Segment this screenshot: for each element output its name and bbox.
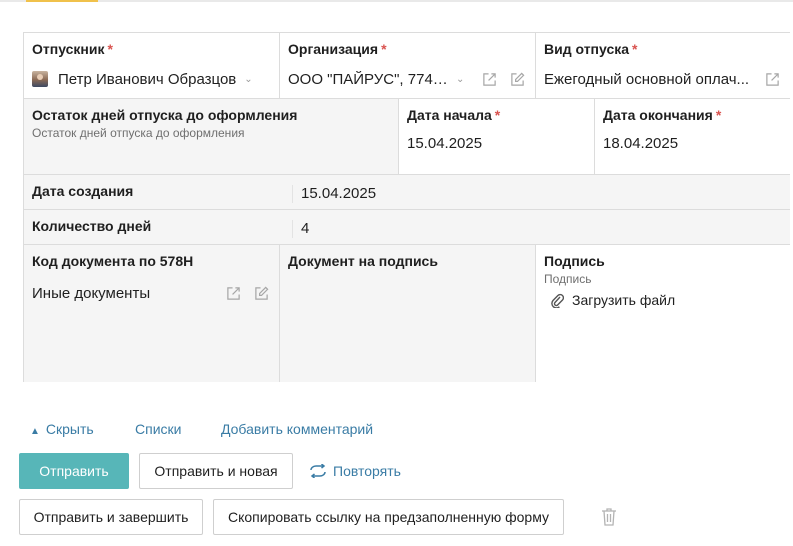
repeat-label: Повторять <box>333 463 401 479</box>
created-date-row: Дата создания 15.04.2025 <box>24 175 790 210</box>
send-and-new-button[interactable]: Отправить и новая <box>139 453 293 489</box>
hide-link-label: Скрыть <box>45 421 94 437</box>
doc-code-field[interactable]: Код документа по 578Н Иные документы <box>24 245 280 382</box>
remaining-days-hint: Остаток дней отпуска до оформления <box>32 126 245 140</box>
leave-type-value[interactable]: Ежегодный основной оплач... <box>544 71 749 88</box>
organization-value[interactable]: ООО "ПАЙРУС", 7743... <box>288 71 448 88</box>
add-comment-link[interactable]: Добавить комментарий <box>221 421 373 437</box>
copy-prefilled-link-button[interactable]: Скопировать ссылку на предзаполненную фо… <box>213 499 564 535</box>
remaining-days-field: Остаток дней отпуска до оформления Остат… <box>24 99 399 175</box>
required-mark: * <box>107 41 113 57</box>
external-link-icon[interactable] <box>764 71 780 87</box>
days-count-row: Количество дней 4 <box>24 210 790 245</box>
start-date-label: Дата начала <box>407 107 492 123</box>
edit-icon[interactable] <box>509 71 525 87</box>
signature-label: Подпись <box>544 253 605 269</box>
leave-type-field[interactable]: Вид отпуска * Ежегодный основной оплач... <box>536 33 790 99</box>
leave-type-label: Вид отпуска <box>544 41 630 57</box>
doc-to-sign-field: Документ на подпись <box>280 245 536 382</box>
send-button[interactable]: Отправить <box>19 453 129 489</box>
organization-field[interactable]: Организация * ООО "ПАЙРУС", 7743... ⌄ <box>280 33 536 99</box>
employee-field[interactable]: Отпускник * Петр Иванович Образцов ⌄ <box>24 33 280 99</box>
created-date-value: 15.04.2025 <box>292 185 376 203</box>
doc-code-value[interactable]: Иные документы <box>32 285 150 302</box>
repeat-button[interactable]: Повторять <box>309 463 401 479</box>
doc-code-label: Код документа по 578Н <box>32 253 194 269</box>
days-count-label: Количество дней <box>32 218 152 234</box>
employee-value[interactable]: Петр Иванович Образцов <box>58 71 236 88</box>
request-page: Отпускник * Петр Иванович Образцов ⌄ Орга… <box>0 0 793 546</box>
chevron-down-icon[interactable]: ⌄ <box>456 74 464 85</box>
end-date-field[interactable]: Дата окончания * 18.04.2025 <box>595 99 790 175</box>
top-tab-bar <box>0 0 793 2</box>
start-date-field[interactable]: Дата начала * 15.04.2025 <box>399 99 595 175</box>
chevron-down-icon[interactable]: ⌄ <box>244 74 252 85</box>
edit-icon[interactable] <box>253 286 269 302</box>
required-mark: * <box>715 107 722 123</box>
signature-field: Подпись Подпись Загрузить файл <box>536 245 790 382</box>
created-date-label: Дата создания <box>32 183 134 199</box>
organization-label: Организация <box>288 41 379 57</box>
end-date-label: Дата окончания <box>603 107 713 123</box>
days-count-value: 4 <box>292 220 309 238</box>
hide-link[interactable]: ▲ Скрыть <box>30 421 94 437</box>
remaining-days-label: Остаток дней отпуска до оформления <box>32 107 298 123</box>
active-tab-indicator <box>26 0 98 2</box>
doc-to-sign-label: Документ на подпись <box>288 253 438 269</box>
avatar <box>32 71 48 87</box>
repeat-icon <box>310 464 326 478</box>
employee-label: Отпускник <box>32 41 105 57</box>
paperclip-icon <box>551 293 564 308</box>
required-mark: * <box>381 41 387 57</box>
signature-hint: Подпись <box>544 272 592 286</box>
external-link-icon[interactable] <box>225 286 241 302</box>
upload-file-label: Загрузить файл <box>572 292 676 308</box>
external-link-icon[interactable] <box>481 71 497 87</box>
start-date-value[interactable]: 15.04.2025 <box>407 135 586 152</box>
leave-request-form: Отпускник * Петр Иванович Образцов ⌄ Орга… <box>23 32 790 382</box>
lists-link[interactable]: Списки <box>135 421 181 437</box>
triangle-up-icon: ▲ <box>30 426 40 437</box>
end-date-value[interactable]: 18.04.2025 <box>603 135 782 152</box>
required-mark: * <box>632 41 638 57</box>
send-and-finish-button[interactable]: Отправить и завершить <box>19 499 203 535</box>
required-mark: * <box>494 107 501 123</box>
upload-file-button[interactable]: Загрузить файл <box>550 292 782 308</box>
trash-icon[interactable] <box>601 508 617 531</box>
